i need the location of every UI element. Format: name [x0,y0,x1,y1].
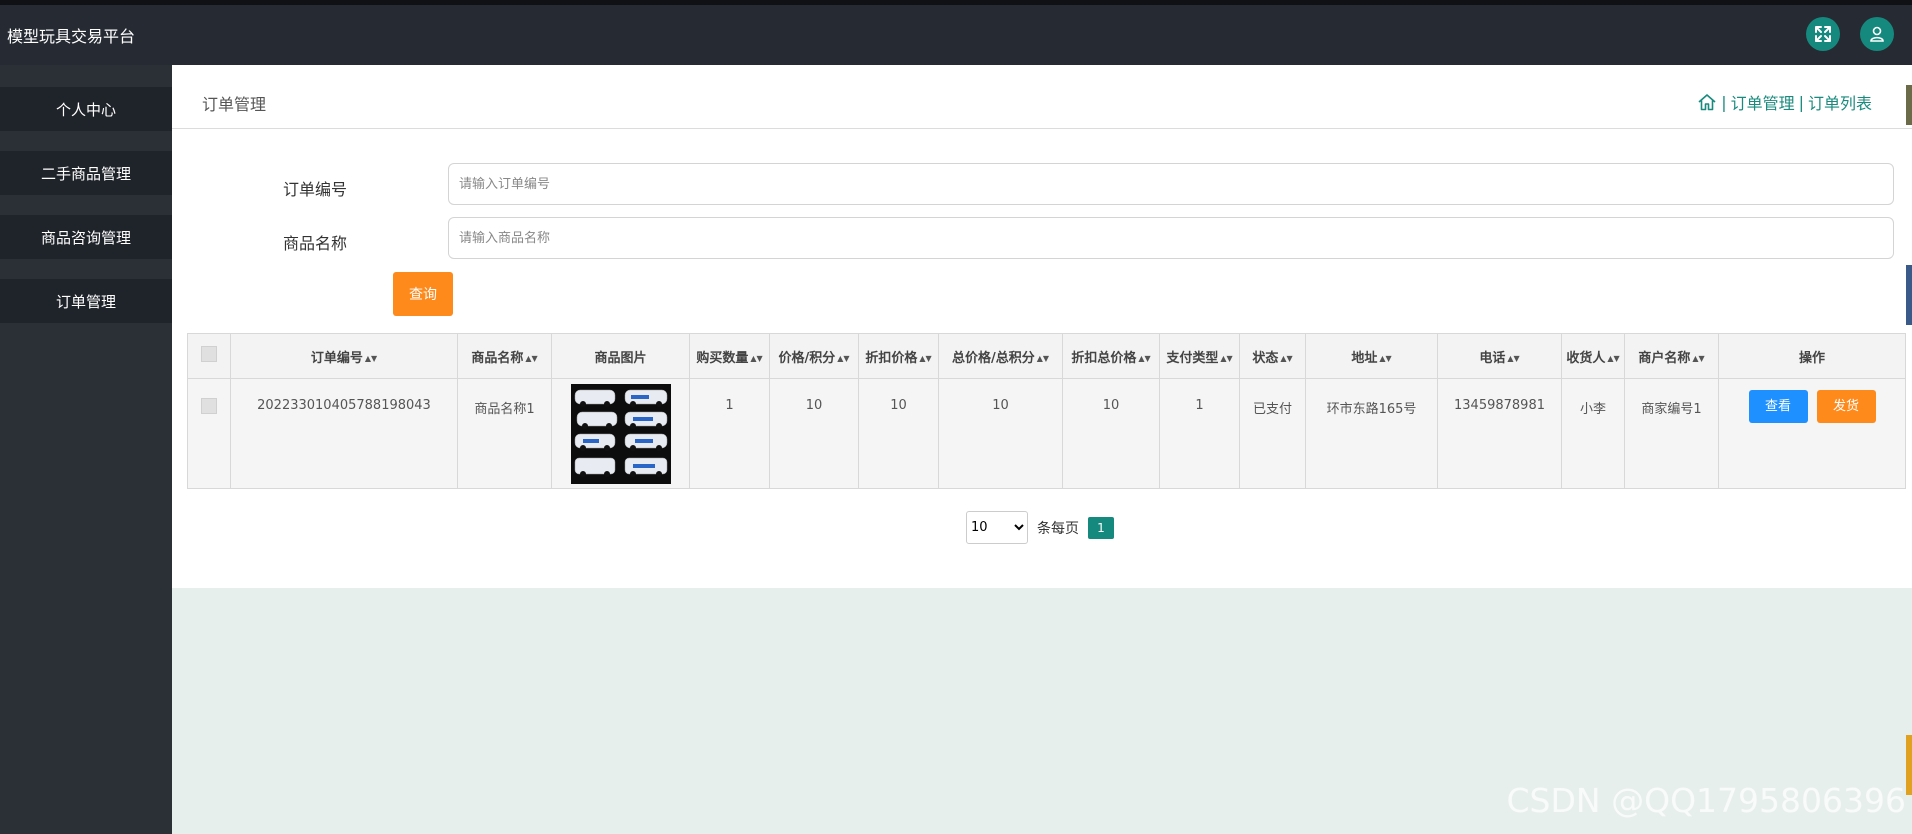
discount-price-cell: 10 [858,378,939,489]
price-cell: 10 [769,378,859,489]
order-no-input[interactable] [448,163,1894,205]
breadcrumb-order-list[interactable]: 订单列表 [1808,90,1872,114]
breadcrumb-separator: | [1798,92,1804,112]
order-no-label: 订单编号 [283,180,348,199]
app-title: 模型玩具交易平台 [7,27,136,46]
right-edge-decoration [1906,265,1912,325]
orders-table: 订单编号 ▲▼ 商品名称 ▲▼ 商品图片 购买数量 ▲▼ 价格/积分 ▲▼ 折扣价格 ▲▼… [187,333,1906,489]
sort-icon[interactable]: ▲▼ [365,354,377,363]
discount-total-cell: 10 [1062,378,1160,489]
breadcrumb-separator: | [1721,92,1727,112]
sort-icon[interactable]: ▲▼ [919,354,931,363]
order-no-cell: 202233010405788198043 [230,378,458,489]
header-price[interactable]: 价格/积分 ▲▼ [769,333,859,379]
sidebar-item-personal-center[interactable]: 个人中心 [0,87,172,131]
header-product-name[interactable]: 商品名称 ▲▼ [457,333,552,379]
right-edge-decoration [1906,85,1912,125]
actions-cell: 查看 发货 [1718,378,1906,489]
sort-icon[interactable]: ▲▼ [1280,354,1292,363]
query-button[interactable]: 查询 [393,272,453,316]
user-icon [1870,26,1884,42]
phone-cell: 13459878981 [1437,378,1562,489]
sort-icon[interactable]: ▲▼ [1138,354,1150,363]
header-receiver[interactable]: 收货人 ▲▼ [1561,333,1625,379]
page-title: 订单管理 [202,95,267,114]
receiver-cell: 小李 [1561,378,1625,489]
sort-icon[interactable]: ▲▼ [1692,354,1704,363]
total-cell: 10 [938,378,1063,489]
header-actions: 操作 [1718,333,1906,379]
product-image-cell [551,378,690,489]
select-all-checkbox[interactable] [201,346,217,362]
header-phone[interactable]: 电话 ▲▼ [1437,333,1562,379]
user-button[interactable] [1860,17,1894,51]
product-name-input[interactable] [448,217,1894,259]
sort-icon[interactable]: ▲▼ [525,354,537,363]
sidebar: 个人中心 二手商品管理 商品咨询管理 订单管理 [0,65,172,834]
fullscreen-button[interactable] [1806,17,1840,51]
header-status[interactable]: 状态 ▲▼ [1239,333,1306,379]
pay-type-cell: 1 [1159,378,1240,489]
sidebar-item-second-hand-goods[interactable]: 二手商品管理 [0,151,172,195]
ship-button[interactable]: 发货 [1816,390,1876,423]
sort-icon[interactable]: ▲▼ [1607,354,1619,363]
home-icon[interactable] [1697,92,1717,112]
main-area: 订单管理 | 订单管理 | 订单列表 订单编号 商品名称 查询 [172,65,1912,834]
header-order-no[interactable]: 订单编号 ▲▼ [230,333,458,379]
header-merchant[interactable]: 商户名称 ▲▼ [1624,333,1719,379]
sidebar-item-goods-consult[interactable]: 商品咨询管理 [0,215,172,259]
product-image[interactable] [570,384,671,484]
header-total[interactable]: 总价格/总积分 ▲▼ [938,333,1063,379]
page-number-button[interactable]: 1 [1088,516,1114,539]
breadcrumb-order-management[interactable]: 订单管理 [1731,90,1795,114]
pagination: 10 条每页 1 [966,511,1114,544]
quantity-cell: 1 [689,378,770,489]
address-cell: 环市东路165号 [1305,378,1438,489]
sort-icon[interactable]: ▲▼ [837,354,849,363]
sort-icon[interactable]: ▲▼ [750,354,762,363]
status-cell: 已支付 [1239,378,1306,489]
header-product-image: 商品图片 [551,333,690,379]
header-divider [172,128,1912,129]
table-header-row: 订单编号 ▲▼ 商品名称 ▲▼ 商品图片 购买数量 ▲▼ 价格/积分 ▲▼ 折扣价格 ▲▼… [187,333,1906,379]
order-panel: 订单管理 | 订单管理 | 订单列表 订单编号 商品名称 查询 [172,65,1912,588]
product-name-label: 商品名称 [283,234,348,253]
table-row: 202233010405788198043 商品名称1 1 10 10 10 1… [187,378,1906,489]
header-discount-total[interactable]: 折扣总价格 ▲▼ [1062,333,1160,379]
expand-icon [1815,26,1831,42]
page-size-select[interactable]: 10 [966,511,1028,544]
watermark: CSDN @QQ1795806396 [1506,781,1906,820]
sort-icon[interactable]: ▲▼ [1037,354,1049,363]
header-pay-type[interactable]: 支付类型 ▲▼ [1159,333,1240,379]
row-select-cell [187,378,231,489]
header-address[interactable]: 地址 ▲▼ [1305,333,1438,379]
per-page-label: 条每页 [1037,520,1079,537]
top-bar: 模型玩具交易平台 [0,0,1912,65]
select-all-header [187,333,231,379]
breadcrumb: | 订单管理 | 订单列表 [1697,90,1872,114]
right-edge-decoration [1906,735,1912,795]
sort-icon[interactable]: ▲▼ [1379,354,1391,363]
sidebar-item-orders[interactable]: 订单管理 [0,279,172,323]
view-button[interactable]: 查看 [1748,390,1808,423]
product-name-cell: 商品名称1 [457,378,552,489]
header-quantity[interactable]: 购买数量 ▲▼ [689,333,770,379]
top-border [0,0,1912,5]
merchant-cell: 商家编号1 [1624,378,1719,489]
sort-icon[interactable]: ▲▼ [1220,354,1232,363]
header-discount-price[interactable]: 折扣价格 ▲▼ [858,333,939,379]
sort-icon[interactable]: ▲▼ [1507,354,1519,363]
row-checkbox[interactable] [201,398,217,414]
